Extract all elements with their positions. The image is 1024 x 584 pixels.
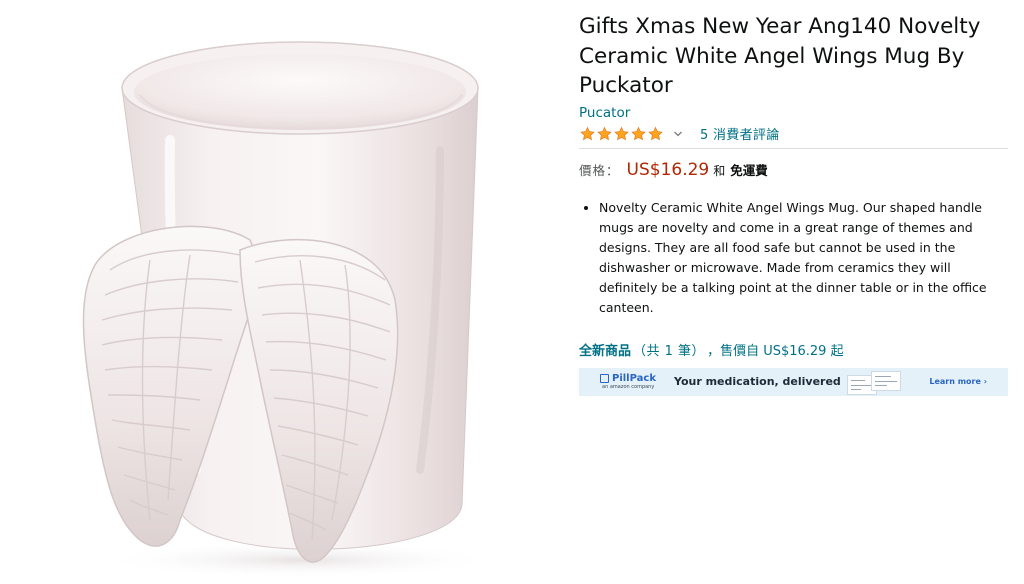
pillpack-box-icon [600, 374, 609, 383]
feature-bullets: Novelty Ceramic White Angel Wings Mug. O… [579, 198, 1009, 318]
brand-link[interactable]: Pucator [579, 105, 630, 122]
product-image[interactable] [0, 0, 560, 584]
ad-logo-name: PillPack [612, 372, 656, 384]
reviews-link[interactable]: 5 消費者評論 [700, 124, 780, 143]
pillpack-logo: PillPack an amazon company [600, 372, 656, 390]
divider [579, 147, 1008, 149]
ad-tagline: Your medication, delivered [674, 375, 841, 388]
chevron-down-icon[interactable] [673, 129, 683, 139]
star-icon [597, 126, 612, 140]
angel-wings-mug-image [82, 41, 500, 578]
ad-learn-more-link[interactable]: Learn more › [929, 377, 987, 386]
price-row: 價格： US$16.29 和 免運費 [579, 160, 1009, 186]
new-offers-link[interactable]: 全新商品 [579, 340, 631, 359]
price-and: 和 [713, 163, 726, 178]
product-details: Gifts Xmas New Year Ang140 Novelty Ceram… [579, 12, 1009, 396]
star-icon [648, 126, 663, 140]
star-icon [580, 126, 595, 140]
star-icon [631, 126, 646, 140]
star-rating[interactable] [579, 126, 683, 142]
offers-from-price[interactable]: ，售價自 US$16.29 起 [707, 340, 844, 359]
ad-pill-cards-image [847, 370, 917, 395]
ad-logo-sub: an amazon company [602, 383, 655, 390]
offers-count[interactable]: （共 1 筆） [633, 340, 705, 359]
free-shipping-label: 免運費 [730, 162, 768, 178]
feature-bullet: Novelty Ceramic White Angel Wings Mug. O… [599, 198, 1004, 318]
price-label: 價格： [579, 162, 620, 178]
price-value: US$16.29 [626, 159, 710, 180]
offers-row[interactable]: 全新商品 （共 1 筆） ，售價自 US$16.29 起 [579, 340, 1009, 360]
pillpack-ad-banner[interactable]: PillPack an amazon company Your medicati… [579, 367, 1008, 396]
star-icon [614, 126, 629, 140]
product-title: Gifts Xmas New Year Ang140 Novelty Ceram… [579, 14, 981, 98]
rating-row: 5 消費者評論 [579, 124, 1009, 144]
